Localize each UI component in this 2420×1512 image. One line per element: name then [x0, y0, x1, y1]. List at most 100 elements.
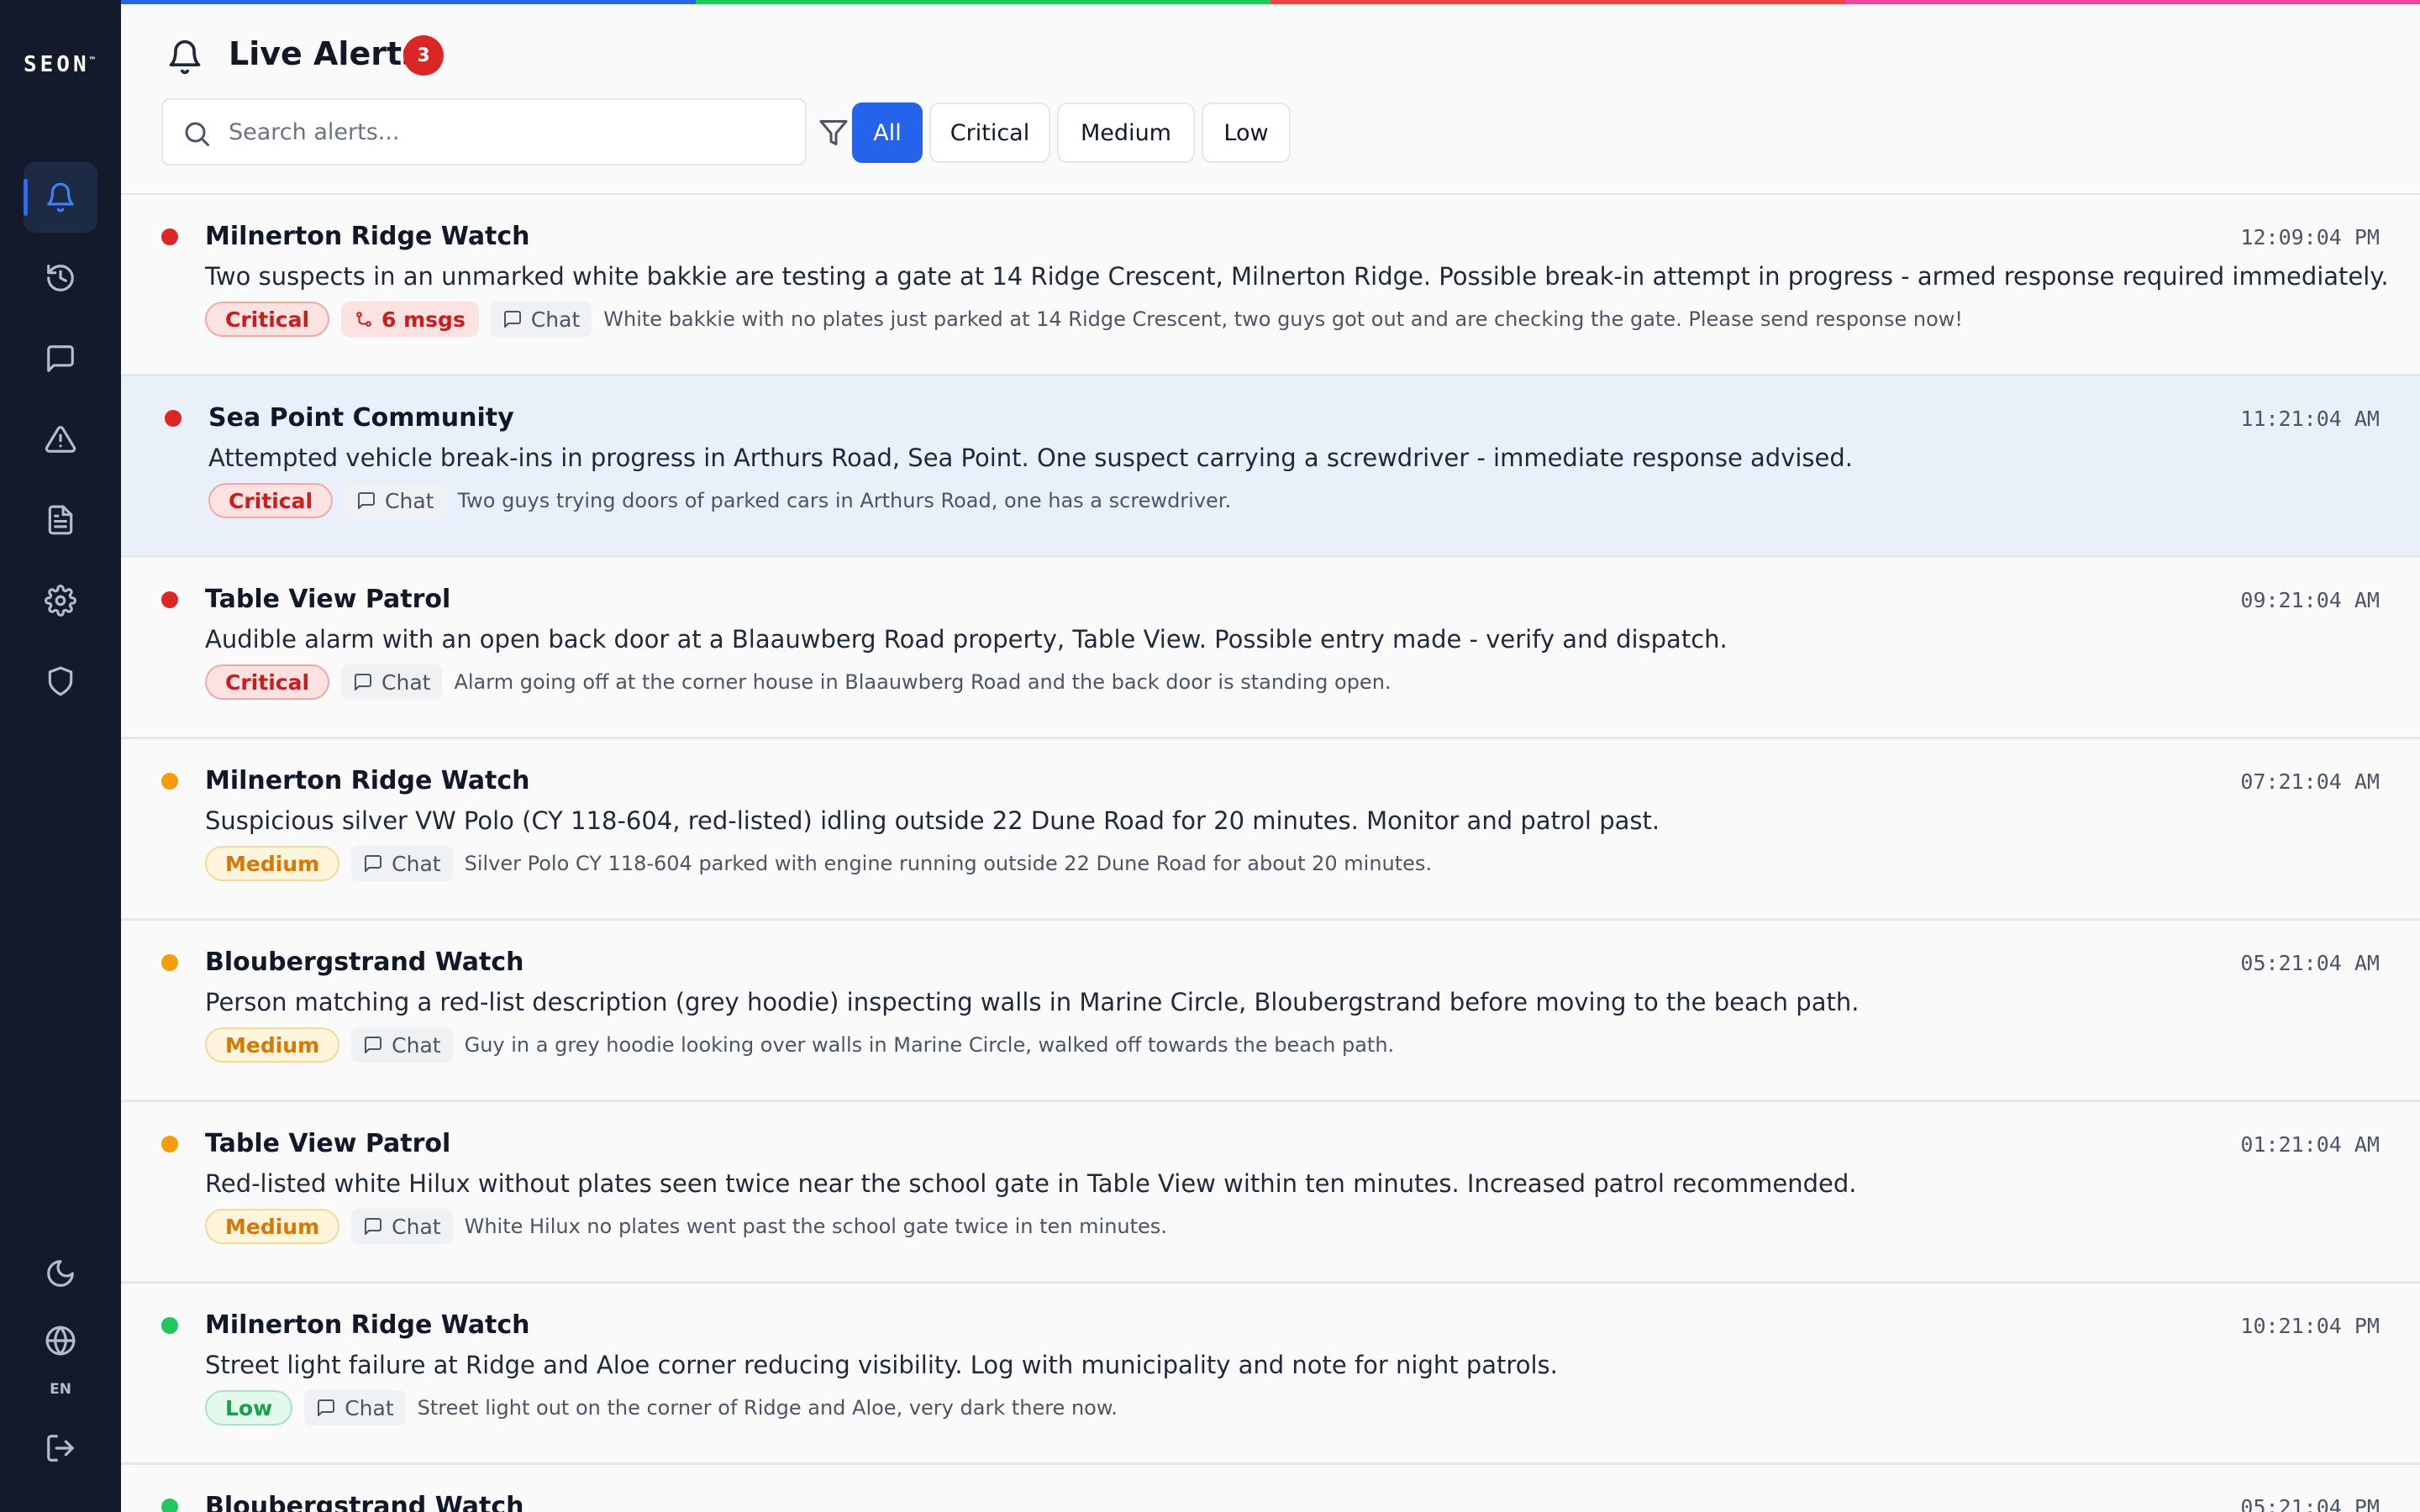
chat-icon	[355, 674, 372, 690]
filter-all-button[interactable]: All	[852, 102, 923, 163]
alert-count-badge: 3	[403, 35, 444, 76]
severity-badge: Critical	[205, 664, 330, 700]
alert-time: 05:21:04 PM	[2240, 1495, 2380, 1512]
filter-medium-button[interactable]: Medium	[1057, 102, 1195, 163]
chat-icon	[47, 345, 74, 372]
strip-segment	[696, 0, 1270, 4]
alert-description: Audible alarm with an open back door at …	[205, 625, 1728, 654]
message-excerpt: Alarm going off at the corner house in B…	[454, 670, 1392, 694]
document-icon	[48, 505, 73, 535]
severity-dot	[161, 773, 178, 790]
alert-row[interactable]: Milnerton Ridge Watch 10:21:04 PM Street…	[121, 1284, 2420, 1465]
status-strip	[121, 0, 2420, 4]
alert-row[interactable]: Milnerton Ridge Watch 07:21:04 AM Suspic…	[121, 739, 2420, 921]
chat-icon	[318, 1399, 335, 1416]
alert-description: Attempted vehicle break-ins in progress …	[208, 444, 1853, 472]
alert-row[interactable]: Table View Patrol 01:21:04 AM Red-listed…	[121, 1102, 2420, 1284]
severity-badge: Low	[205, 1390, 293, 1425]
chat-icon	[365, 1218, 382, 1235]
severity-dot	[161, 1317, 178, 1334]
message-excerpt: Guy in a grey hoodie looking over walls …	[464, 1033, 1395, 1057]
severity-dot	[161, 1136, 178, 1152]
sidebar-item-reports[interactable]	[24, 485, 97, 555]
sidebar-item-security[interactable]	[24, 646, 97, 717]
alert-row[interactable]: Table View Patrol 09:21:04 AM Audible al…	[121, 558, 2420, 739]
app-logo: SEON™	[24, 52, 96, 77]
bell-icon	[47, 182, 74, 213]
chat-icon	[358, 492, 376, 509]
alert-row[interactable]: Milnerton Ridge Watch 12:09:04 PM Two su…	[121, 195, 2420, 376]
severity-badge: Medium	[205, 1027, 340, 1063]
alert-time: 01:21:04 AM	[2240, 1132, 2380, 1157]
source-chat-tag: Chat	[345, 483, 446, 518]
alert-description: Suspicious silver VW Polo (CY 118-604, r…	[205, 806, 1660, 835]
source-chat-tag: Chat	[351, 846, 453, 881]
severity-dot	[165, 410, 182, 427]
alert-description: Two suspects in an unmarked white bakkie…	[205, 262, 2389, 291]
alert-description: Person matching a red-list description (…	[205, 988, 1860, 1016]
severity-dot	[161, 591, 178, 608]
language-label: EN	[50, 1381, 71, 1398]
alert-row[interactable]: Sea Point Community 11:21:04 AM Attempte…	[121, 376, 2420, 558]
search-box	[161, 98, 807, 165]
source-chat-tag: Chat	[490, 302, 592, 337]
logout-icon	[47, 1435, 74, 1462]
sidebar-item-alerts[interactable]	[24, 162, 97, 233]
severity-dot	[161, 954, 178, 971]
severity-dot	[161, 228, 178, 245]
alert-time: 12:09:04 PM	[2240, 225, 2380, 249]
moon-icon	[47, 1260, 74, 1287]
thread-icon	[356, 312, 371, 327]
alert-description: Street light failure at Ridge and Aloe c…	[205, 1351, 1558, 1379]
alert-time: 07:21:04 AM	[2240, 769, 2380, 794]
alert-time: 05:21:04 AM	[2240, 951, 2380, 975]
warning-icon	[45, 426, 76, 453]
gear-icon	[45, 585, 76, 617]
alert-time: 09:21:04 AM	[2240, 588, 2380, 612]
alert-description: Red-listed white Hilux without plates se…	[205, 1169, 1857, 1198]
source-chat-tag: Chat	[351, 1027, 453, 1063]
alert-time: 10:21:04 PM	[2240, 1314, 2380, 1338]
globe-icon	[45, 1326, 76, 1356]
severity-badge: Medium	[205, 1209, 340, 1244]
theme-toggle[interactable]	[24, 1238, 97, 1309]
alert-group: Sea Point Community	[208, 403, 514, 433]
alert-time: 11:21:04 AM	[2240, 407, 2380, 431]
strip-segment	[121, 0, 696, 4]
strip-segment	[1270, 0, 1845, 4]
sidebar: SEON™ EN	[0, 0, 121, 1512]
message-excerpt: Silver Polo CY 118-604 parked with engin…	[464, 852, 1433, 875]
filter-low-button[interactable]: Low	[1202, 102, 1291, 163]
alert-group: Table View Patrol	[205, 585, 451, 614]
alert-group: Milnerton Ridge Watch	[205, 1310, 530, 1340]
filter-icon[interactable]	[818, 118, 849, 148]
history-icon	[47, 265, 74, 291]
logout-button[interactable]	[24, 1413, 97, 1483]
strip-segment	[1845, 0, 2420, 4]
sidebar-item-history[interactable]	[24, 243, 97, 313]
severity-dot	[161, 1499, 178, 1512]
alert-row[interactable]: Bloubergstrand Watch 05:21:04 AM Person …	[121, 921, 2420, 1102]
search-input[interactable]	[229, 112, 783, 152]
message-excerpt: White bakkie with no plates just parked …	[603, 307, 1963, 331]
language-selector[interactable]	[24, 1317, 97, 1364]
filter-critical-button[interactable]: Critical	[929, 102, 1050, 163]
alert-group: Bloubergstrand Watch	[205, 948, 524, 977]
bell-icon	[166, 39, 203, 76]
search-icon	[182, 118, 212, 149]
alert-group: Milnerton Ridge Watch	[205, 766, 530, 795]
alert-group: Bloubergstrand Watch	[205, 1492, 524, 1512]
alert-group: Milnerton Ridge Watch	[205, 222, 530, 251]
sidebar-item-incidents[interactable]	[24, 404, 97, 475]
message-excerpt: Street light out on the corner of Ridge …	[417, 1396, 1118, 1420]
message-count-badge[interactable]: 6 msgs	[341, 302, 479, 337]
sidebar-item-chat[interactable]	[24, 323, 97, 394]
alert-group: Table View Patrol	[205, 1129, 451, 1158]
severity-badge: Critical	[208, 483, 334, 518]
sidebar-item-settings[interactable]	[24, 565, 97, 636]
alert-row[interactable]: Bloubergstrand Watch 05:21:04 PM	[121, 1465, 2420, 1512]
source-chat-tag: Chat	[341, 664, 443, 700]
page-title: Live Alerts	[229, 35, 421, 72]
source-chat-tag: Chat	[351, 1209, 453, 1244]
chat-icon	[365, 1037, 382, 1053]
